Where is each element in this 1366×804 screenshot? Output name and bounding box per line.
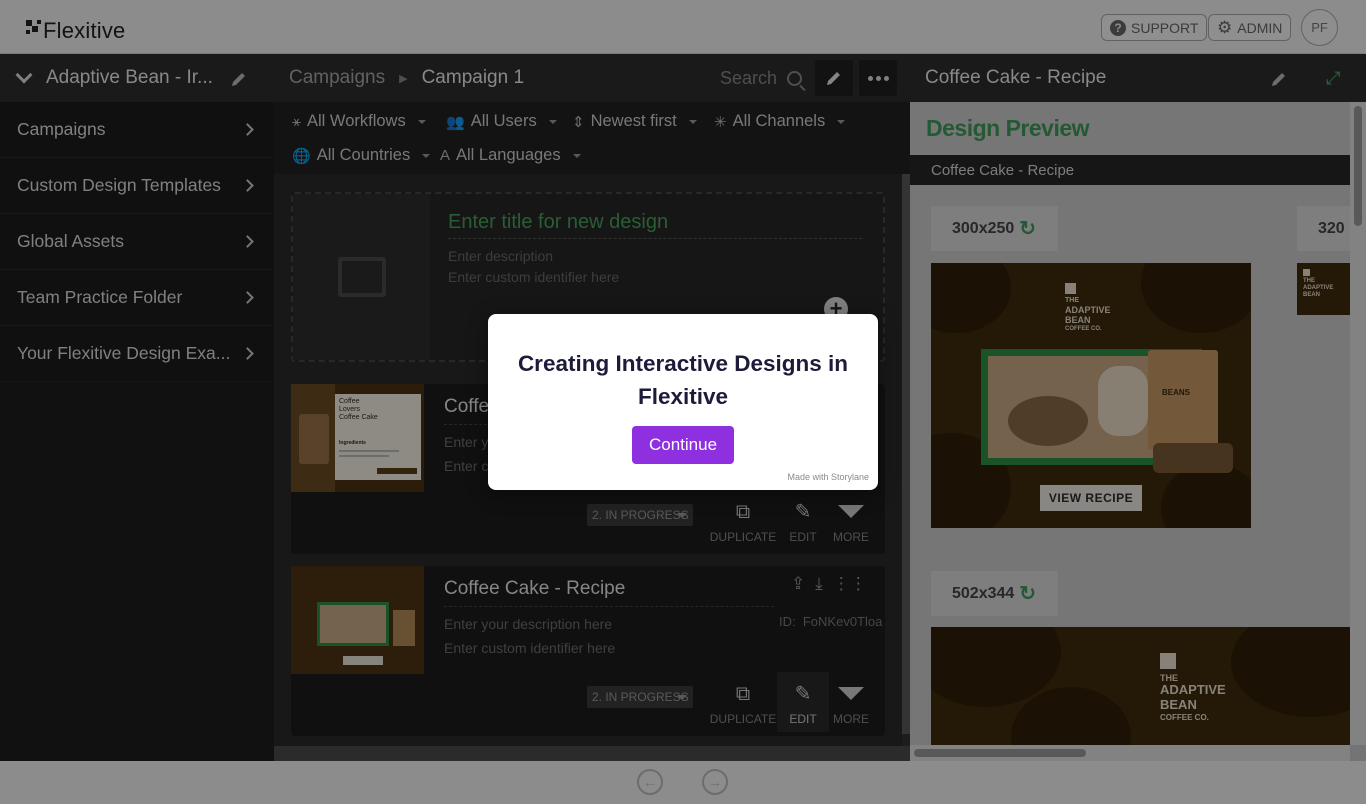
- storylane-credit[interactable]: Made with Storylane: [787, 472, 869, 482]
- tour-modal: Creating Interactive Designs in Flexitiv…: [488, 314, 878, 490]
- continue-button[interactable]: Continue: [632, 426, 734, 464]
- modal-title: Creating Interactive Designs in Flexitiv…: [517, 351, 849, 409]
